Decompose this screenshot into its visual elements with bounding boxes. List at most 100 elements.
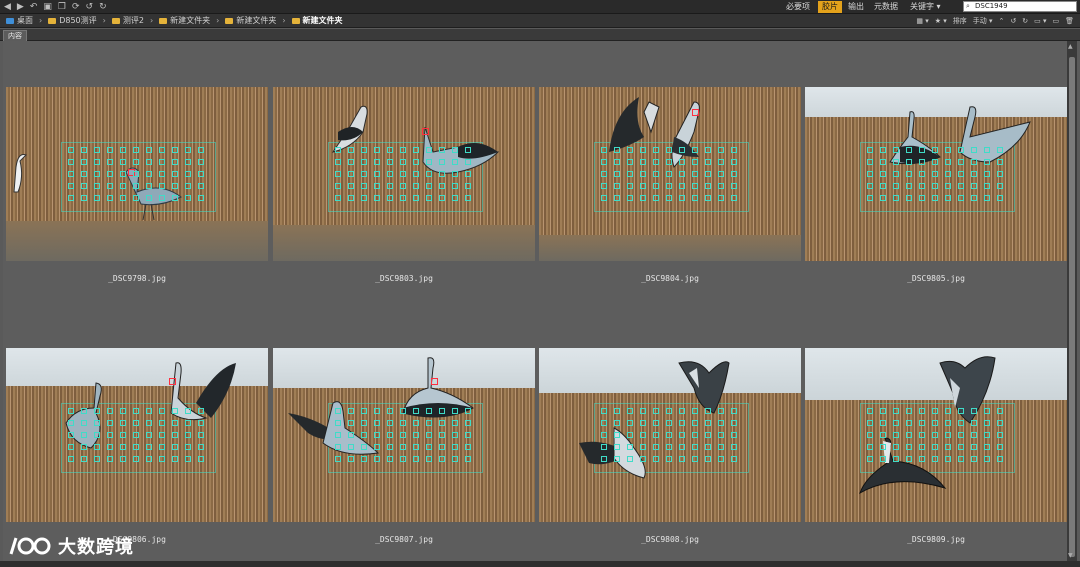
- af-point-icon: [614, 159, 620, 165]
- af-point-icon: [919, 456, 925, 462]
- af-point-icon: [146, 171, 152, 177]
- workspace-filmstrip[interactable]: 胶片: [818, 1, 842, 13]
- search-input[interactable]: ⌕ DSC1949: [963, 1, 1077, 12]
- rotate-left-icon[interactable]: ↺: [1010, 17, 1016, 25]
- af-point-icon: [601, 444, 607, 450]
- star-filter-icon[interactable]: ★ ▾: [935, 17, 947, 25]
- breadcrumb-item[interactable]: 桌面 ›: [0, 15, 42, 26]
- af-point-icon: [68, 147, 74, 153]
- scroll-up-icon[interactable]: ▲: [1068, 43, 1073, 50]
- copy-icon[interactable]: ❐: [58, 1, 66, 13]
- af-point-icon: [997, 147, 1003, 153]
- thumbnail-image[interactable]: [805, 348, 1067, 522]
- af-point-icon: [880, 408, 886, 414]
- thumbnail-cell[interactable]: _DSC9809.jpg: [805, 348, 1067, 544]
- breadcrumb-item[interactable]: D850测评 ›: [42, 15, 106, 26]
- thumbnail-cell[interactable]: _DSC9806.jpg: [6, 348, 268, 544]
- new-folder-icon[interactable]: ▭: [1052, 17, 1059, 25]
- af-point-icon: [867, 159, 873, 165]
- breadcrumb: 桌面 › D850测评 › 测评2 › 新建文件夹 › 新建文件夹 › 新建文件夹 ▦ ▾…: [0, 14, 1080, 28]
- af-point-icon: [679, 432, 685, 438]
- redo-icon[interactable]: ↻: [99, 1, 107, 13]
- workspace-output[interactable]: 输出: [844, 1, 868, 13]
- af-point-icon: [880, 444, 886, 450]
- thumbnail-image[interactable]: [6, 348, 268, 522]
- workspace-essentials[interactable]: 必要项: [782, 1, 814, 13]
- af-point-icon: [348, 195, 354, 201]
- af-point-icon: [94, 159, 100, 165]
- grid-view-icon[interactable]: ▦ ▾: [916, 17, 928, 25]
- view-controls: ▦ ▾ ★ ▾ 排序 手动 ▾ ⌃ ↺ ↻ ▭ ▾ ▭ 🗑: [916, 15, 1074, 27]
- breadcrumb-item[interactable]: 新建文件夹 ›: [219, 15, 286, 26]
- thumbnail-cell[interactable]: _DSC9805.jpg: [805, 87, 1067, 283]
- thumbnail-cell[interactable]: _DSC9807.jpg: [273, 348, 535, 544]
- workspace-metadata[interactable]: 元数据: [870, 1, 902, 13]
- af-point-icon: [348, 408, 354, 414]
- sort-ascending-icon[interactable]: ⌃: [999, 17, 1005, 25]
- af-point-icon: [666, 147, 672, 153]
- af-point-icon: [705, 183, 711, 189]
- af-point-icon: [653, 159, 659, 165]
- af-point-icon: [413, 408, 419, 414]
- af-point-icon: [906, 444, 912, 450]
- thumbnail-image[interactable]: [539, 87, 801, 261]
- af-point-icon: [387, 183, 393, 189]
- forward-icon[interactable]: ▶: [17, 1, 24, 13]
- thumbnail-cell[interactable]: _DSC9808.jpg: [539, 348, 801, 544]
- thumbnail-image[interactable]: [6, 87, 268, 261]
- delete-icon[interactable]: 🗑: [1065, 17, 1074, 25]
- thumbnail-cell[interactable]: _DSC9804.jpg: [539, 87, 801, 283]
- af-point-icon: [614, 420, 620, 426]
- af-point-icon: [120, 432, 126, 438]
- thumbnail-image[interactable]: [805, 87, 1067, 261]
- af-point-icon: [120, 408, 126, 414]
- af-point-icon: [185, 408, 191, 414]
- refresh-icon[interactable]: ⟳: [72, 1, 80, 13]
- scrollbar-thumb[interactable]: [1069, 57, 1075, 557]
- sort-dropdown[interactable]: 手动 ▾: [973, 16, 993, 26]
- af-point-icon: [971, 444, 977, 450]
- af-point-icon: [94, 420, 100, 426]
- af-point-icon: [426, 432, 432, 438]
- af-point-icon: [400, 147, 406, 153]
- af-point-icon: [374, 456, 380, 462]
- af-point-icon: [893, 183, 899, 189]
- af-point-icon: [133, 147, 139, 153]
- af-point-icon: [146, 183, 152, 189]
- af-point-icon: [679, 420, 685, 426]
- af-point-icon: [94, 183, 100, 189]
- breadcrumb-item[interactable]: 测评2 ›: [106, 15, 153, 26]
- af-point-icon: [361, 195, 367, 201]
- camera-icon[interactable]: ▣: [43, 1, 52, 13]
- thumbnail-image[interactable]: [273, 348, 535, 522]
- af-point-icon: [198, 408, 204, 414]
- tab-content[interactable]: 内容: [3, 30, 27, 41]
- af-point-icon: [387, 147, 393, 153]
- workspace-keywords[interactable]: 关键字 ▾: [906, 1, 945, 13]
- breadcrumb-item[interactable]: 新建文件夹 ›: [153, 15, 219, 26]
- af-point-icon: [718, 147, 724, 153]
- open-recent-icon[interactable]: ▭ ▾: [1034, 17, 1046, 25]
- af-point-icon: [120, 147, 126, 153]
- af-point-icon: [880, 159, 886, 165]
- af-point-icon: [400, 420, 406, 426]
- undo-icon[interactable]: ↺: [86, 1, 94, 13]
- af-point-icon: [172, 408, 178, 414]
- back-icon[interactable]: ◀: [4, 1, 11, 13]
- af-point-icon: [452, 183, 458, 189]
- af-point-icon: [413, 147, 419, 153]
- rotate-right-icon[interactable]: ↻: [1022, 17, 1028, 25]
- af-point-icon: [335, 159, 341, 165]
- thumbnail-image[interactable]: [273, 87, 535, 261]
- rotate-icon[interactable]: ↶: [30, 1, 38, 13]
- breadcrumb-item-current[interactable]: 新建文件夹: [286, 15, 343, 26]
- af-point-icon: [971, 195, 977, 201]
- thumbnail-cell[interactable]: _DSC9798.jpg: [6, 87, 268, 283]
- horizontal-scrollbar[interactable]: [0, 561, 1080, 567]
- scroll-down-icon[interactable]: ▼: [1068, 552, 1073, 559]
- thumbnail-image[interactable]: [539, 348, 801, 522]
- af-point-icon: [601, 456, 607, 462]
- vertical-scrollbar[interactable]: ▲ ▼: [1067, 41, 1077, 561]
- af-point-icon: [614, 456, 620, 462]
- thumbnail-cell[interactable]: _DSC9803.jpg: [273, 87, 535, 283]
